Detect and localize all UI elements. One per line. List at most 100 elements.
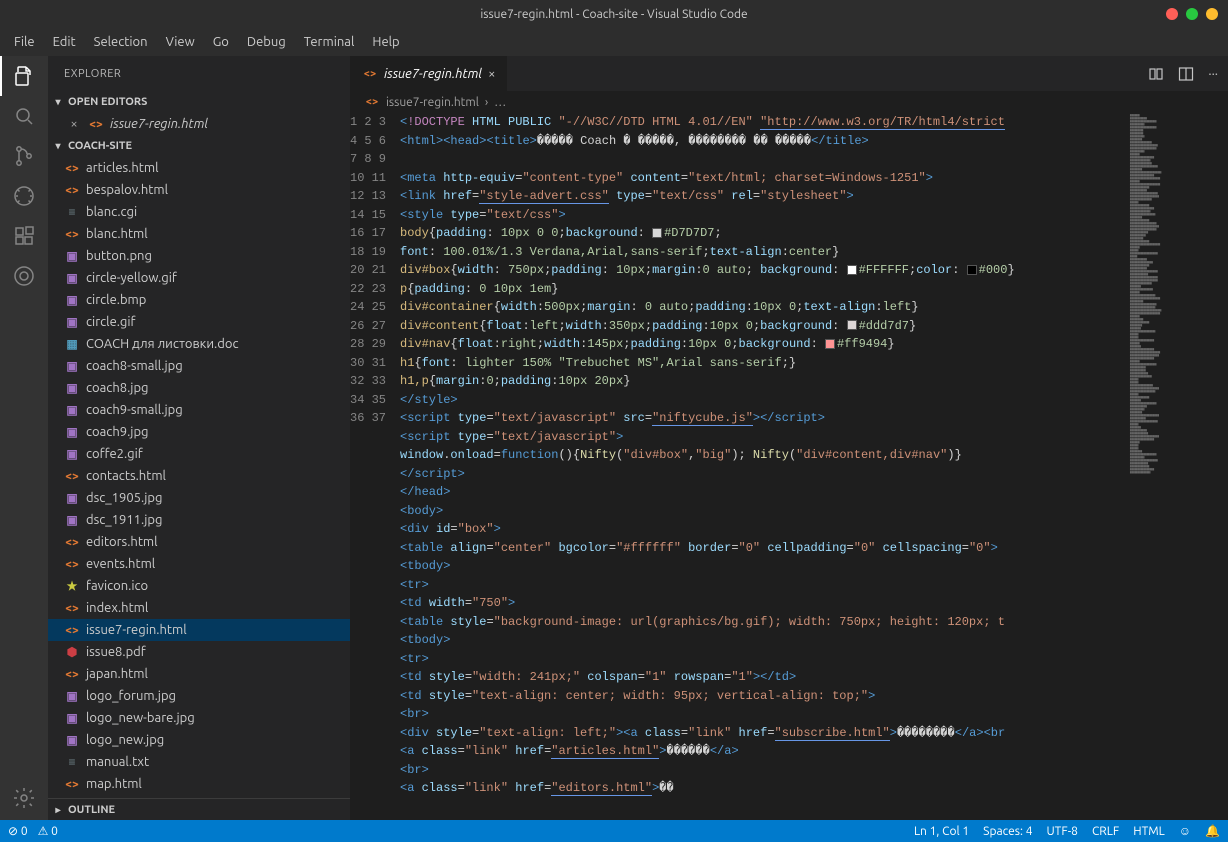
file-item[interactable]: ▦ COACH для листовки.doc [48,333,350,355]
file-item[interactable]: <>issue7-regin.html [48,619,350,641]
menu-file[interactable]: File [6,31,43,53]
file-item[interactable]: ▣coach9-small.jpg [48,399,350,421]
more-icon[interactable]: ··· [1208,67,1218,81]
extensions-icon[interactable] [12,224,36,248]
warnings-count[interactable]: ⚠ 0 [38,824,58,838]
file-icon: ▣ [64,270,80,286]
html-file-icon: <> [364,94,380,110]
close-icon[interactable]: × [66,117,82,131]
file-item[interactable]: <>bespalov.html [48,179,350,201]
html-file-icon: <> [362,66,378,82]
settings-icon[interactable] [12,786,36,810]
file-icon: ★ [64,578,80,594]
file-item[interactable]: ▣dsc_1911.jpg [48,509,350,531]
minimap[interactable]: ████████ ██████████████ ████████████████… [1128,113,1228,820]
file-icon: ▣ [64,314,80,330]
file-item[interactable]: ▣ logo_forum.jpg [48,685,350,707]
file-label: button.png [86,249,152,263]
explorer-icon[interactable] [12,64,36,88]
close-tab-icon[interactable]: × [488,67,495,81]
file-label: editors.html [86,535,158,549]
open-editor-item[interactable]: × <> issue7-regin.html [48,113,350,135]
indentation[interactable]: Spaces: 4 [983,825,1032,838]
activity-bar [0,56,48,820]
file-item[interactable]: ▣logo_new-bare.jpg [48,707,350,729]
file-item[interactable]: <>events.html [48,553,350,575]
file-icon: ▦ [64,336,80,352]
folder-header[interactable]: ▾ COACH-SITE [48,135,350,157]
remote-icon[interactable] [12,264,36,288]
debug-icon[interactable] [12,184,36,208]
sidebar-title: EXPLORER [48,56,350,91]
code-editor[interactable]: 1 2 3 4 5 6 7 8 9 10 11 12 13 14 15 16 1… [350,113,1228,820]
file-item[interactable]: ▣coach8.jpg [48,377,350,399]
file-icon: <> [64,622,80,638]
file-icon: ▣ [64,248,80,264]
file-item[interactable]: ≡manual.txt [48,751,350,773]
file-icon: ▣ [64,512,80,528]
file-item[interactable]: <>map.html [48,773,350,795]
file-icon: ⬢ [64,644,80,660]
breadcrumb[interactable]: <> issue7-regin.html › … [350,91,1228,113]
file-item[interactable]: ▣dsc_1905.jpg [48,487,350,509]
file-item[interactable]: <> japan.html [48,663,350,685]
outline-header[interactable]: ▸ OUTLINE [48,798,350,820]
search-icon[interactable] [12,104,36,128]
file-label: dsc_1905.jpg [86,491,162,505]
file-item[interactable]: ▣ button.png [48,245,350,267]
errors-count[interactable]: ⊘ 0 [8,824,28,838]
file-icon: ▣ [64,358,80,374]
file-item[interactable]: <> editors.html [48,531,350,553]
file-item[interactable]: ★favicon.ico [48,575,350,597]
file-item[interactable]: ▣coach8-small.jpg [48,355,350,377]
html-file-icon: <> [88,116,104,132]
tab-bar: <> issue7-regin.html × ··· [350,56,1228,91]
split-editor-icon[interactable] [1178,66,1194,82]
encoding[interactable]: UTF-8 [1046,825,1077,838]
notifications-icon[interactable]: 🔔 [1205,824,1220,838]
maximize-window-icon[interactable] [1206,8,1218,20]
file-item[interactable]: <>contacts.html [48,465,350,487]
menu-go[interactable]: Go [205,31,237,53]
file-item[interactable]: <>articles.html [48,157,350,179]
file-item[interactable]: ≡blanc.cgi [48,201,350,223]
file-item[interactable]: ▣ coach9.jpg [48,421,350,443]
file-item[interactable]: <>index.html [48,597,350,619]
file-label: COACH для листовки.doc [86,337,239,351]
file-item[interactable]: ▣circle-yellow.gif [48,267,350,289]
file-icon: <> [64,534,80,550]
language-mode[interactable]: HTML [1133,825,1165,838]
file-item[interactable]: ▣circle.bmp [48,289,350,311]
cursor-position[interactable]: Ln 1, Col 1 [914,825,969,838]
open-editors-header[interactable]: ▾ OPEN EDITORS [48,91,350,113]
file-icon: ▣ [64,688,80,704]
file-label: coach9.jpg [86,425,149,439]
file-icon: ▣ [64,292,80,308]
file-icon: ▣ [64,446,80,462]
file-item[interactable]: ▣coffe2.gif [48,443,350,465]
file-icon: ▣ [64,424,80,440]
menu-terminal[interactable]: Terminal [296,31,363,53]
feedback-icon[interactable]: ☺ [1179,824,1191,838]
file-icon: ▣ [64,380,80,396]
file-item[interactable]: ⬢issue8.pdf [48,641,350,663]
close-window-icon[interactable] [1166,8,1178,20]
file-label: logo_forum.jpg [86,689,176,703]
file-item[interactable]: ▣logo_new.jpg [48,729,350,751]
eol[interactable]: CRLF [1092,825,1119,838]
file-item[interactable]: <>blanc.html [48,223,350,245]
chevron-right-icon: ▸ [52,804,64,816]
file-icon: <> [64,666,80,682]
compare-icon[interactable] [1148,66,1164,82]
file-item[interactable]: ▣circle.gif [48,311,350,333]
menu-debug[interactable]: Debug [239,31,294,53]
menu-edit[interactable]: Edit [45,31,84,53]
source-control-icon[interactable] [12,144,36,168]
file-list[interactable]: <>articles.html<>bespalov.html≡blanc.cgi… [48,157,350,798]
file-label: japan.html [86,667,148,681]
minimize-window-icon[interactable] [1186,8,1198,20]
menu-view[interactable]: View [158,31,203,53]
menu-selection[interactable]: Selection [86,31,156,53]
tab-issue7-regin[interactable]: <> issue7-regin.html × [350,56,508,91]
menu-help[interactable]: Help [364,31,407,53]
